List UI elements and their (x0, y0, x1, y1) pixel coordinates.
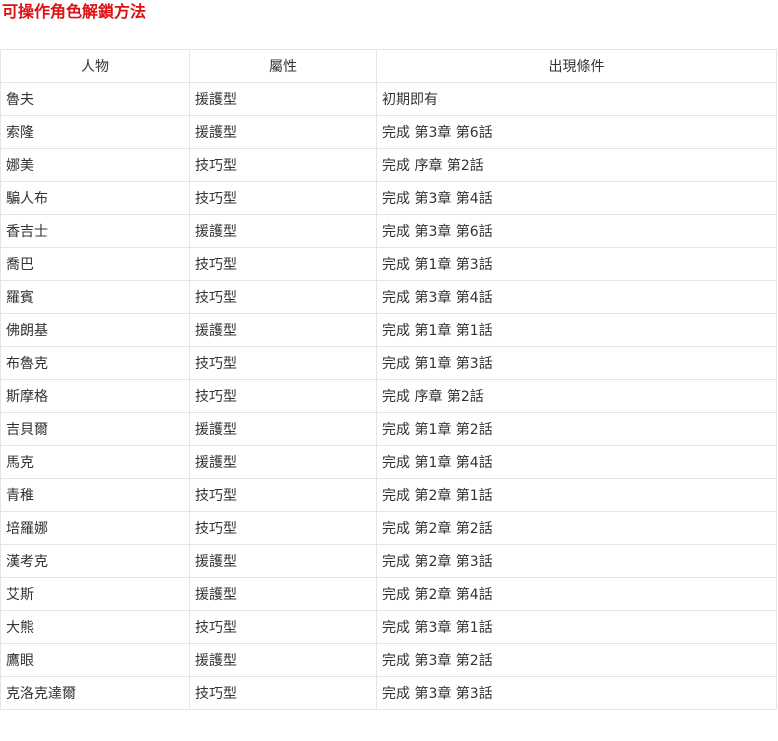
cell-character: 娜美 (0, 148, 190, 182)
cell-character: 羅賓 (0, 280, 190, 314)
cell-character: 吉貝爾 (0, 412, 190, 446)
cell-condition: 完成 第1章 第1話 (376, 313, 777, 347)
cell-character: 喬巴 (0, 247, 190, 281)
cell-condition: 完成 第1章 第4話 (376, 445, 777, 479)
table-row: 魯夫 援護型 初期即有 (0, 82, 777, 116)
table-row: 喬巴 技巧型 完成 第1章 第3話 (0, 247, 777, 281)
cell-condition: 完成 第3章 第6話 (376, 115, 777, 149)
cell-condition: 完成 第3章 第2話 (376, 643, 777, 677)
cell-character: 騙人布 (0, 181, 190, 215)
cell-character: 大熊 (0, 610, 190, 644)
cell-attribute: 援護型 (189, 115, 377, 149)
cell-attribute: 技巧型 (189, 181, 377, 215)
cell-attribute: 援護型 (189, 82, 377, 116)
table-row: 培羅娜 技巧型 完成 第2章 第2話 (0, 511, 777, 545)
cell-condition: 完成 第1章 第3話 (376, 247, 777, 281)
table-row: 騙人布 技巧型 完成 第3章 第4話 (0, 181, 777, 215)
cell-attribute: 援護型 (189, 544, 377, 578)
cell-attribute: 援護型 (189, 313, 377, 347)
table-row: 娜美 技巧型 完成 序章 第2話 (0, 148, 777, 182)
cell-attribute: 技巧型 (189, 676, 377, 710)
header-attribute: 屬性 (189, 49, 377, 83)
table-row: 佛朗基 援護型 完成 第1章 第1話 (0, 313, 777, 347)
cell-character: 佛朗基 (0, 313, 190, 347)
cell-character: 艾斯 (0, 577, 190, 611)
table-row: 索隆 援護型 完成 第3章 第6話 (0, 115, 777, 149)
cell-attribute: 技巧型 (189, 511, 377, 545)
cell-character: 索隆 (0, 115, 190, 149)
cell-attribute: 援護型 (189, 643, 377, 677)
cell-condition: 完成 序章 第2話 (376, 379, 777, 413)
cell-attribute: 技巧型 (189, 610, 377, 644)
cell-character: 魯夫 (0, 82, 190, 116)
header-character: 人物 (0, 49, 190, 83)
table-row: 羅賓 技巧型 完成 第3章 第4話 (0, 280, 777, 314)
table-row: 鷹眼 援護型 完成 第3章 第2話 (0, 643, 777, 677)
cell-character: 馬克 (0, 445, 190, 479)
cell-condition: 初期即有 (376, 82, 777, 116)
table-row: 青稚 技巧型 完成 第2章 第1話 (0, 478, 777, 512)
table-row: 大熊 技巧型 完成 第3章 第1話 (0, 610, 777, 644)
cell-attribute: 技巧型 (189, 478, 377, 512)
cell-condition: 完成 第1章 第2話 (376, 412, 777, 446)
cell-attribute: 援護型 (189, 445, 377, 479)
cell-character: 漢考克 (0, 544, 190, 578)
cell-condition: 完成 第3章 第4話 (376, 181, 777, 215)
cell-character: 斯摩格 (0, 379, 190, 413)
cell-character: 香吉士 (0, 214, 190, 248)
table-row: 布魯克 技巧型 完成 第1章 第3話 (0, 346, 777, 380)
cell-attribute: 援護型 (189, 214, 377, 248)
table-row: 艾斯 援護型 完成 第2章 第4話 (0, 577, 777, 611)
cell-character: 鷹眼 (0, 643, 190, 677)
cell-character: 青稚 (0, 478, 190, 512)
cell-condition: 完成 第2章 第3話 (376, 544, 777, 578)
character-unlock-table: 人物 屬性 出現條件 魯夫 援護型 初期即有 索隆 援護型 完成 第3章 第6話… (0, 49, 777, 710)
cell-condition: 完成 第1章 第3話 (376, 346, 777, 380)
cell-condition: 完成 第3章 第3話 (376, 676, 777, 710)
table-row: 漢考克 援護型 完成 第2章 第3話 (0, 544, 777, 578)
cell-condition: 完成 序章 第2話 (376, 148, 777, 182)
cell-attribute: 技巧型 (189, 379, 377, 413)
cell-character: 布魯克 (0, 346, 190, 380)
cell-condition: 完成 第2章 第2話 (376, 511, 777, 545)
cell-condition: 完成 第2章 第4話 (376, 577, 777, 611)
cell-condition: 完成 第3章 第6話 (376, 214, 777, 248)
table-header-row: 人物 屬性 出現條件 (0, 49, 777, 83)
cell-attribute: 援護型 (189, 412, 377, 446)
table-row: 香吉士 援護型 完成 第3章 第6話 (0, 214, 777, 248)
cell-condition: 完成 第3章 第1話 (376, 610, 777, 644)
cell-condition: 完成 第3章 第4話 (376, 280, 777, 314)
table-row: 吉貝爾 援護型 完成 第1章 第2話 (0, 412, 777, 446)
cell-condition: 完成 第2章 第1話 (376, 478, 777, 512)
cell-attribute: 技巧型 (189, 280, 377, 314)
cell-attribute: 技巧型 (189, 148, 377, 182)
header-condition: 出現條件 (376, 49, 777, 83)
cell-attribute: 技巧型 (189, 346, 377, 380)
table-row: 斯摩格 技巧型 完成 序章 第2話 (0, 379, 777, 413)
table-row: 馬克 援護型 完成 第1章 第4話 (0, 445, 777, 479)
cell-attribute: 技巧型 (189, 247, 377, 281)
table-row: 克洛克達爾 技巧型 完成 第3章 第3話 (0, 676, 777, 710)
cell-attribute: 援護型 (189, 577, 377, 611)
cell-character: 克洛克達爾 (0, 676, 190, 710)
page-title: 可操作角色解鎖方法 (2, 2, 147, 21)
cell-character: 培羅娜 (0, 511, 190, 545)
